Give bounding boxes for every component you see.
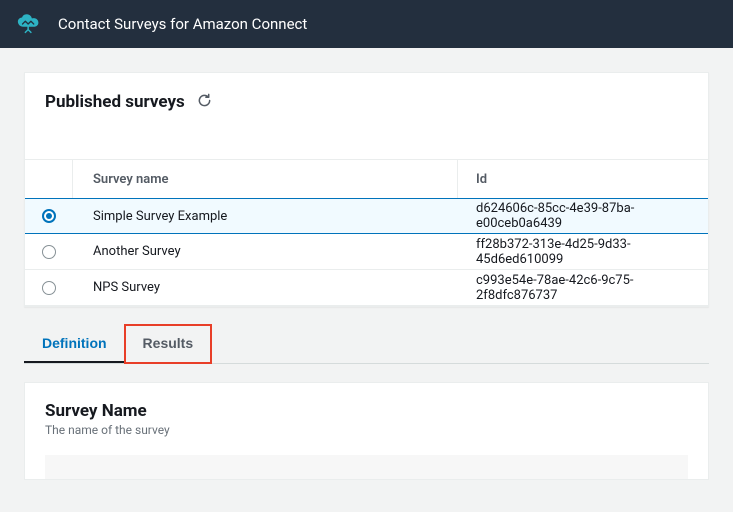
table-header-id[interactable]: Id [458,160,708,198]
table-header-select [25,160,73,198]
table-row[interactable]: NPS Survey c993e54e-78ae-42c6-9c75-2f8df… [25,270,708,306]
main-content: Published surveys Survey name Id [0,48,733,504]
row-name: Another Survey [73,234,458,269]
row-radio[interactable] [42,281,56,295]
row-radio[interactable] [42,209,56,223]
row-name: NPS Survey [73,270,458,305]
table-header-name[interactable]: Survey name [73,160,458,198]
refresh-button[interactable] [195,91,214,113]
app-logo-icon [16,12,44,36]
tabs: Definition Results [24,325,709,364]
form-field-title: Survey Name [45,401,688,421]
panel-title: Published surveys [45,92,185,112]
form-field-description: The name of the survey [45,423,688,437]
row-radio[interactable] [42,245,56,259]
panel-header: Published surveys [25,73,708,123]
tab-definition[interactable]: Definition [24,325,125,363]
row-name: Simple Survey Example [73,199,458,233]
table-header-row: Survey name Id [25,159,708,199]
app-header: Contact Surveys for Amazon Connect [0,0,733,48]
refresh-icon [197,93,212,111]
tab-results[interactable]: Results [125,325,212,363]
row-id: ff28b372-313e-4d25-9d33-45d6ed610099 [458,234,708,269]
table-row[interactable]: Another Survey ff28b372-313e-4d25-9d33-4… [25,234,708,270]
row-id: d624606c-85cc-4e39-87ba-e00ceb0a6439 [458,199,708,233]
survey-name-input[interactable] [45,455,688,479]
row-id: c993e54e-78ae-42c6-9c75-2f8dfc876737 [458,270,708,305]
survey-form-panel: Survey Name The name of the survey [24,382,709,480]
published-surveys-panel: Published surveys Survey name Id [24,72,709,307]
surveys-table: Survey name Id Simple Survey Example d62… [25,159,708,306]
table-row[interactable]: Simple Survey Example d624606c-85cc-4e39… [25,198,708,234]
app-title: Contact Surveys for Amazon Connect [58,15,307,33]
